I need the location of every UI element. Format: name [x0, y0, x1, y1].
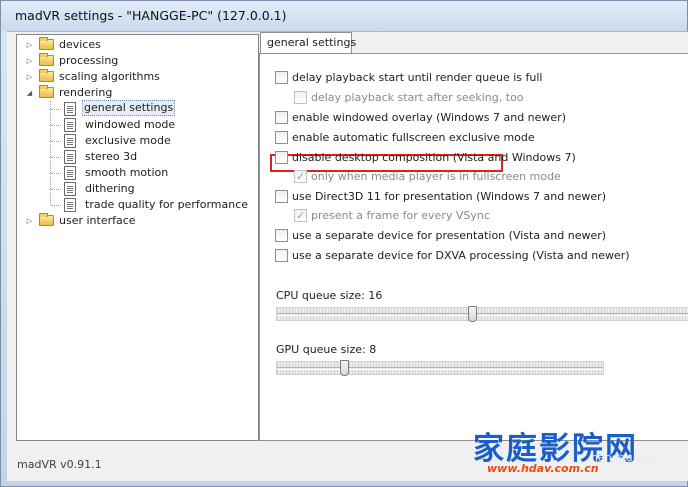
- option-label: use a separate device for presentation (…: [292, 229, 607, 242]
- expand-arrow-icon[interactable]: ▷: [25, 73, 34, 82]
- checkbox[interactable]: [294, 208, 307, 224]
- option-label: enable windowed overlay (Windows 7 and n…: [292, 111, 566, 124]
- tree-item-label: stereo 3d: [85, 150, 138, 163]
- checkbox[interactable]: [275, 111, 288, 124]
- cpu-queue-label: CPU queue size: 16: [276, 289, 383, 302]
- option-label: present a frame for every VSync: [311, 209, 490, 222]
- tab-general-settings[interactable]: general settings: [260, 32, 356, 54]
- expand-arrow-icon[interactable]: ▷: [25, 41, 34, 50]
- page-icon: [64, 198, 76, 212]
- page-icon: [64, 150, 76, 164]
- checkbox[interactable]: [275, 151, 288, 164]
- cpu-queue-slider-thumb[interactable]: [468, 306, 477, 322]
- window-title: madVR settings - "HANGGE-PC" (127.0.0.1): [15, 8, 287, 23]
- checkbox[interactable]: [275, 229, 288, 242]
- settings-window: madVR settings - "HANGGE-PC" (127.0.0.1)…: [0, 0, 688, 487]
- checkbox[interactable]: [294, 91, 307, 104]
- checkbox[interactable]: [275, 249, 288, 262]
- option-label: only when media player is in fullscreen …: [311, 170, 561, 183]
- tree-item-label: trade quality for performance: [85, 198, 249, 211]
- settings-tree: ▷ devices ▷ processing ▷ scaling algorit…: [16, 34, 259, 441]
- checkbox[interactable]: [275, 131, 288, 144]
- tree-item-label: dithering: [85, 182, 135, 195]
- option-label: enable automatic fullscreen exclusive mo…: [292, 131, 535, 144]
- gpu-queue-slider-thumb[interactable]: [340, 360, 349, 376]
- option-label: delay playback start after seeking, too: [311, 91, 524, 104]
- cpu-queue-slider[interactable]: [276, 306, 688, 322]
- watermark: 家庭影院网 nanggu.com www.hdav.com.cn: [473, 423, 683, 483]
- tree-item-label: processing: [59, 54, 119, 67]
- tree-item-label: general settings: [82, 100, 176, 116]
- settings-panel: delay playback start until render queue …: [259, 53, 688, 441]
- title-bar[interactable]: madVR settings - "HANGGE-PC" (127.0.0.1): [1, 1, 687, 31]
- page-icon: [64, 102, 76, 116]
- page-icon: [64, 134, 76, 148]
- page-icon: [64, 182, 76, 196]
- checkbox[interactable]: [275, 190, 288, 203]
- option-label: use Direct3D 11 for presentation (Window…: [292, 190, 606, 203]
- tree-item-label: exclusive mode: [85, 134, 171, 147]
- tree-item-label: windowed mode: [85, 118, 176, 131]
- gpu-queue-slider[interactable]: [276, 360, 604, 376]
- watermark-url: www.hdav.com.cn: [487, 462, 599, 475]
- folder-icon: [39, 53, 54, 66]
- expand-arrow-icon[interactable]: ▷: [25, 57, 34, 66]
- expand-arrow-icon[interactable]: ▷: [25, 217, 34, 226]
- folder-icon: [39, 85, 54, 98]
- checkbox[interactable]: [275, 71, 288, 84]
- version-label: madVR v0.91.1: [17, 458, 102, 471]
- page-icon: [64, 118, 76, 132]
- option-label: use a separate device for DXVA processin…: [292, 249, 630, 262]
- page-icon: [64, 166, 76, 180]
- gpu-queue-label: GPU queue size: 8: [276, 343, 377, 356]
- option-label: delay playback start until render queue …: [292, 71, 543, 84]
- tree-item-label: user interface: [59, 214, 136, 227]
- tree-item-label: rendering: [59, 86, 113, 99]
- collapse-arrow-icon[interactable]: ◢: [25, 89, 34, 98]
- tree-item-label: smooth motion: [85, 166, 169, 179]
- folder-icon: [39, 69, 54, 82]
- folder-icon: [39, 37, 54, 50]
- folder-icon: [39, 213, 54, 226]
- tree-item-label: devices: [59, 38, 101, 51]
- option-label: disable desktop composition (Vista and W…: [292, 151, 576, 164]
- watermark-side-text: nanggu.com: [591, 451, 660, 464]
- tree-item-label: scaling algorithms: [59, 70, 160, 83]
- checkbox[interactable]: [294, 169, 307, 185]
- dialog-body: ▷ devices ▷ processing ▷ scaling algorit…: [7, 31, 688, 481]
